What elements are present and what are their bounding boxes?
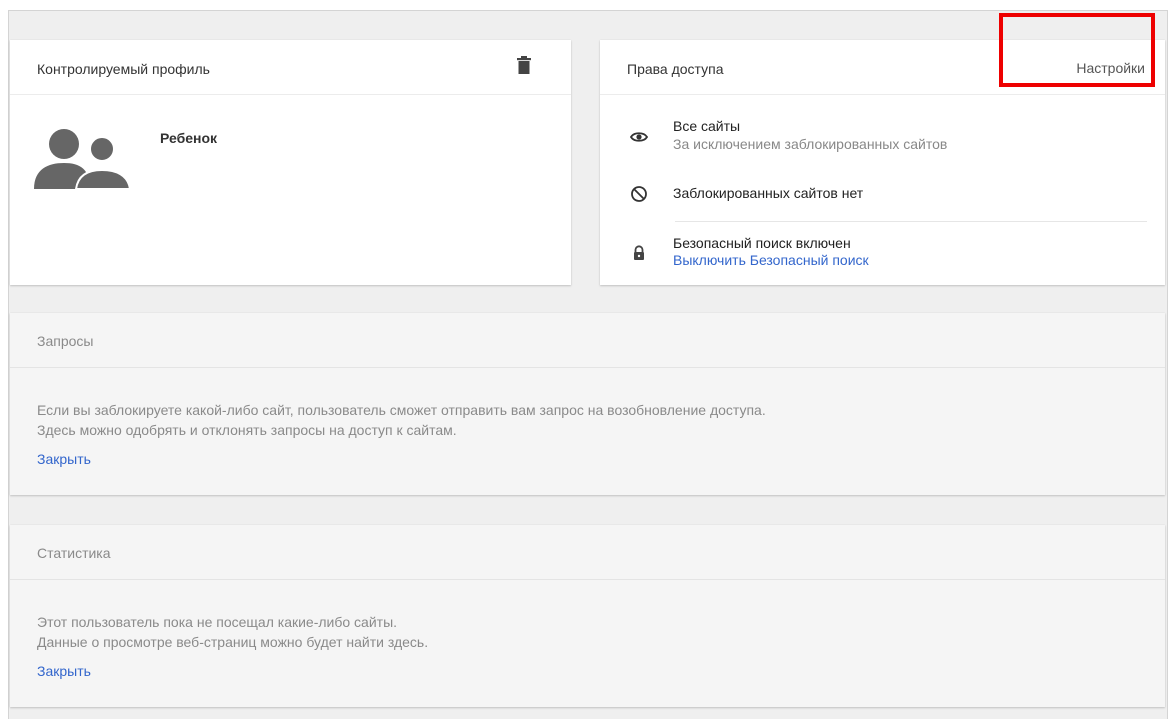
safe-search-text: Безопасный поиск включен Выключить Безоп… (673, 235, 869, 268)
statistics-card-separator (10, 579, 1165, 580)
requests-card-title: Запросы (37, 333, 94, 349)
statistics-description-line-1: Этот пользователь пока не посещал какие-… (37, 614, 398, 630)
profile-card-header: Контролируемый профиль (10, 40, 571, 95)
trash-icon[interactable] (517, 56, 531, 74)
disable-safe-search-link[interactable]: Выключить Безопасный поиск (673, 252, 869, 268)
requests-card-separator (10, 367, 1165, 368)
statistics-card: Статистика Этот пользователь пока не пос… (10, 525, 1165, 707)
requests-close-link[interactable]: Закрыть (37, 451, 91, 467)
statistics-description-line-2: Данные о просмотре веб-страниц можно буд… (37, 634, 429, 650)
requests-description-line-1: Если вы заблокируете какой-либо сайт, по… (37, 402, 766, 418)
block-icon (631, 186, 647, 202)
statistics-close-link[interactable]: Закрыть (37, 663, 91, 679)
lock-icon (634, 245, 644, 260)
eye-icon (630, 132, 648, 142)
access-card-title: Права доступа (627, 61, 724, 77)
all-sites-subtitle: За исключением заблокированных сайтов (673, 136, 948, 152)
statistics-card-body: Этот пользователь пока не посещал какие-… (37, 612, 428, 652)
blocked-sites-text: Заблокированных сайтов нет (673, 185, 863, 201)
requests-card: Запросы Если вы заблокируете какой-либо … (10, 313, 1165, 495)
blocked-sites-title: Заблокированных сайтов нет (673, 185, 864, 201)
profile-card-title: Контролируемый профиль (37, 61, 210, 77)
all-sites-text: Все сайты За исключением заблокированных… (673, 118, 947, 152)
safe-search-title: Безопасный поиск включен (673, 235, 851, 251)
permissions-divider (675, 221, 1147, 222)
requests-description-line-2: Здесь можно одобрять и отклонять запросы… (37, 422, 457, 438)
all-sites-title: Все сайты (673, 118, 741, 134)
supervised-profile-card: Контролируемый профиль Ребенок (10, 40, 571, 285)
requests-card-body: Если вы заблокируете какой-либо сайт, по… (37, 400, 766, 440)
supervised-users-icon (34, 129, 130, 189)
settings-highlight-annotation (999, 13, 1155, 87)
child-profile-name: Ребенок (160, 130, 218, 146)
statistics-card-title: Статистика (37, 545, 111, 561)
dashboard-frame: Контролируемый профиль Ребенок Права дос… (8, 10, 1168, 719)
